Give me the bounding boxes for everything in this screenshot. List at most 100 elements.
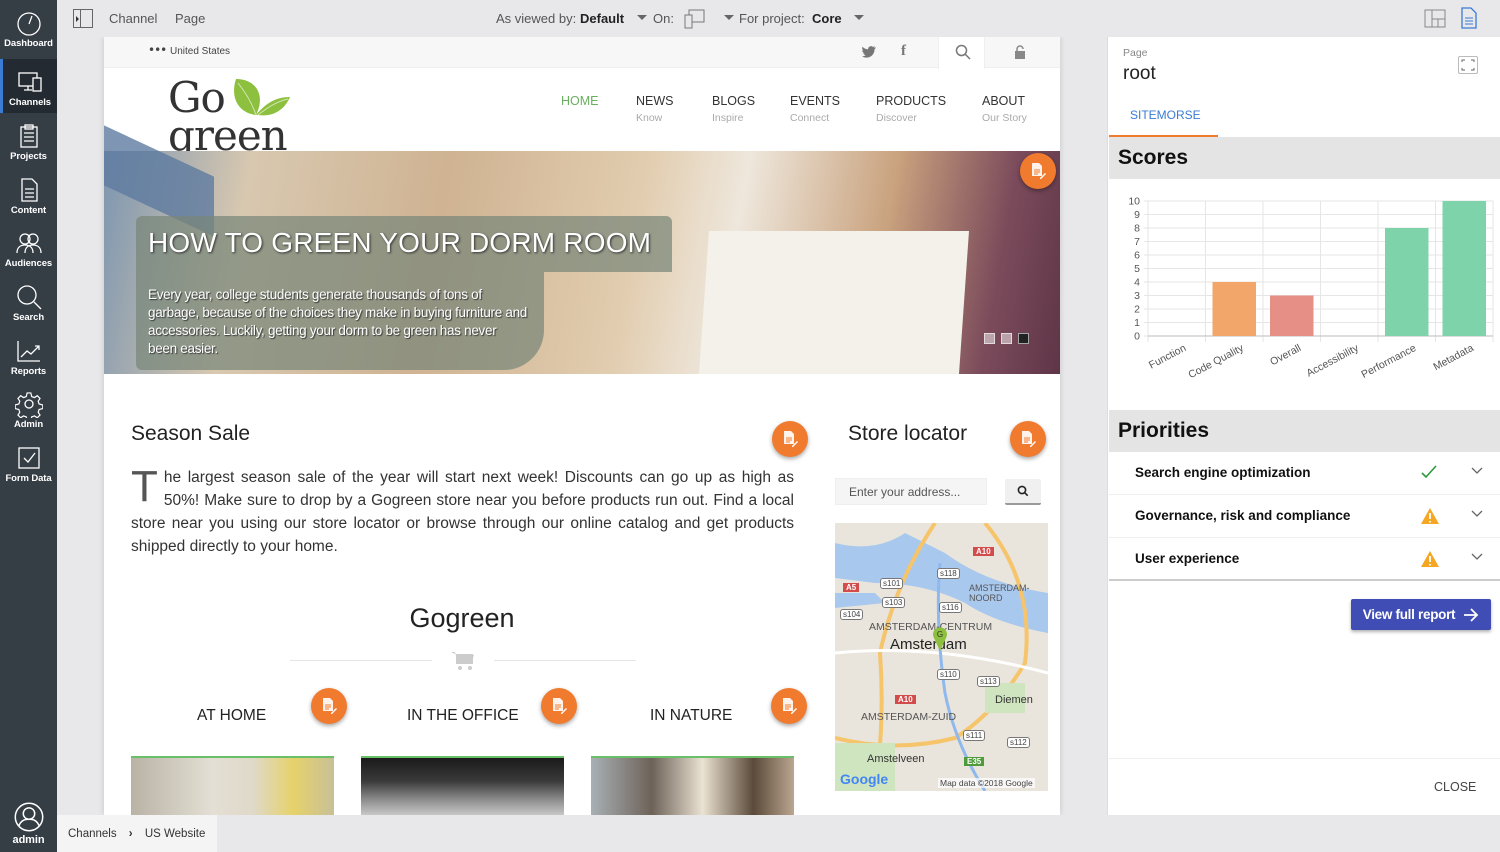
nav-events[interactable]: EVENTS Connect xyxy=(790,94,840,124)
breadcrumb-channels[interactable]: Channels xyxy=(68,828,117,840)
viewed-by-dropdown[interactable] xyxy=(637,15,647,20)
y-tick-label: 8 xyxy=(1134,223,1140,235)
page-menu[interactable]: Page xyxy=(175,11,205,26)
nav-reports[interactable]: Reports xyxy=(0,328,57,382)
channel-menu[interactable]: Channel xyxy=(109,11,157,26)
category-in-nature[interactable]: IN NATURE xyxy=(650,707,732,725)
nav-blogs[interactable]: BLOGS Inspire xyxy=(712,94,755,124)
page-name: root xyxy=(1123,63,1156,84)
edit-in-nature-button[interactable] xyxy=(771,688,807,724)
road-s113: s113 xyxy=(977,676,1000,687)
close-button[interactable]: CLOSE xyxy=(1434,780,1476,794)
season-sale-text: The largest season sale of the year will… xyxy=(131,465,794,558)
map-pin-icon[interactable]: G xyxy=(932,626,948,652)
breadcrumb-separator-icon: › xyxy=(128,828,133,840)
edit-sale-button[interactable] xyxy=(772,421,808,457)
slider-dot-2[interactable] xyxy=(1001,333,1012,344)
unlock-icon[interactable] xyxy=(1014,45,1026,60)
bar-performance xyxy=(1385,228,1429,336)
road-s118: s118 xyxy=(937,568,960,579)
arrow-right-icon xyxy=(1464,607,1479,622)
x-tick-label: Code Quality xyxy=(1186,342,1246,381)
site-search-button[interactable] xyxy=(938,37,985,69)
category-in-the-office[interactable]: IN THE OFFICE xyxy=(407,707,519,725)
facebook-icon[interactable]: f xyxy=(901,43,906,60)
map-attribution: Map data ©2018 Google xyxy=(938,778,1035,788)
device-dropdown[interactable] xyxy=(724,15,734,20)
more-icon[interactable]: ••• xyxy=(148,43,167,57)
warning-icon xyxy=(1421,508,1439,524)
layout-icon[interactable] xyxy=(1424,9,1446,28)
divider-left xyxy=(290,660,432,661)
edit-store-button[interactable] xyxy=(1010,421,1046,457)
nav-content[interactable]: Content xyxy=(0,167,57,221)
store-search-button[interactable] xyxy=(1005,479,1041,505)
slider-dot-1[interactable] xyxy=(984,333,995,344)
store-map[interactable]: A10 A5 s101 s103 s104 s118 s116 s110 s11… xyxy=(835,523,1048,791)
thumbnail-at-home[interactable] xyxy=(131,756,334,815)
viewed-by-label: As viewed by: xyxy=(496,11,577,26)
nav-form-data[interactable]: Form Data xyxy=(0,435,57,489)
breadcrumb: Channels › US Website xyxy=(57,815,217,852)
bottom-bar: Channels › US Website xyxy=(57,815,1500,852)
map-label-amstelveen: Amstelveen xyxy=(867,753,925,765)
gogreen-logo[interactable]: Go green xyxy=(168,77,290,157)
check-icon xyxy=(1421,465,1437,479)
season-sale-title: Season Sale xyxy=(131,422,251,445)
y-tick-label: 7 xyxy=(1134,236,1140,248)
nav-home[interactable]: HOME xyxy=(561,94,599,108)
address-input[interactable]: Enter your address... xyxy=(835,478,987,505)
view-full-report-button[interactable]: View full report xyxy=(1351,599,1491,630)
search-icon xyxy=(1017,485,1029,497)
nav-news[interactable]: NEWS Know xyxy=(636,94,674,124)
project-dropdown[interactable] xyxy=(854,15,864,20)
breadcrumb-us-website[interactable]: US Website xyxy=(145,828,206,840)
tab-sitemorse[interactable]: SITEMORSE xyxy=(1109,97,1218,137)
bar-code-quality xyxy=(1212,282,1256,336)
nav-about[interactable]: ABOUT Our Story xyxy=(982,94,1027,124)
nav-events-sub: Connect xyxy=(790,112,830,124)
edit-document-icon xyxy=(784,431,798,447)
twitter-icon[interactable] xyxy=(862,46,876,58)
priority-user-experience[interactable]: User experience xyxy=(1109,538,1500,581)
nav-products[interactable]: PRODUCTS Discover xyxy=(876,94,946,124)
bar-metadata xyxy=(1442,201,1486,336)
priority-governance[interactable]: Governance, risk and compliance xyxy=(1109,495,1500,538)
nav-search[interactable]: Search xyxy=(0,274,57,328)
fullscreen-button[interactable] xyxy=(1458,56,1478,74)
gear-icon xyxy=(14,392,43,418)
edit-document-icon xyxy=(783,698,797,714)
nav-audiences[interactable]: Audiences xyxy=(0,220,57,274)
thumbnail-in-nature[interactable] xyxy=(591,756,794,815)
priority-seo[interactable]: Search engine optimization xyxy=(1109,452,1500,495)
nav-user[interactable]: admin xyxy=(0,792,57,852)
chevron-down-icon[interactable] xyxy=(1471,510,1483,518)
slider-dot-3[interactable] xyxy=(1018,333,1029,344)
top-bar: Channel Page As viewed by: Default On: F… xyxy=(57,0,1500,37)
scores-heading: Scores xyxy=(1109,137,1500,179)
chevron-down-icon[interactable] xyxy=(1471,467,1483,475)
edit-hero-button[interactable] xyxy=(1020,153,1056,189)
store-locator-title: Store locator xyxy=(848,422,968,445)
devices-icon[interactable] xyxy=(684,9,706,29)
project-value: Core xyxy=(812,11,842,26)
nav-admin[interactable]: Admin xyxy=(0,381,57,435)
chevron-down-icon[interactable] xyxy=(1471,553,1483,561)
clipboard-icon xyxy=(19,124,38,148)
country-selector[interactable]: United States xyxy=(170,46,230,57)
scores-chart: 0 12 34 56 78 910 FunctionCode Quality Overall A… xyxy=(1128,196,1494,381)
toggle-sidebar-button[interactable] xyxy=(73,9,93,28)
chart-line-icon xyxy=(16,341,40,362)
users-icon xyxy=(15,233,42,254)
nav-channels[interactable]: Channels xyxy=(0,59,57,113)
thumbnail-in-the-office[interactable] xyxy=(361,756,564,815)
edit-at-home-button[interactable] xyxy=(311,688,347,724)
category-at-home[interactable]: AT HOME xyxy=(197,707,266,725)
nav-projects[interactable]: Projects xyxy=(0,113,57,167)
x-tick-label: Overall xyxy=(1268,342,1303,368)
warning-icon xyxy=(1421,551,1439,567)
page-document-icon[interactable] xyxy=(1460,7,1478,29)
y-tick-label: 9 xyxy=(1134,209,1140,221)
nav-dashboard[interactable]: Dashboard xyxy=(0,0,57,54)
edit-in-the-office-button[interactable] xyxy=(541,688,577,724)
